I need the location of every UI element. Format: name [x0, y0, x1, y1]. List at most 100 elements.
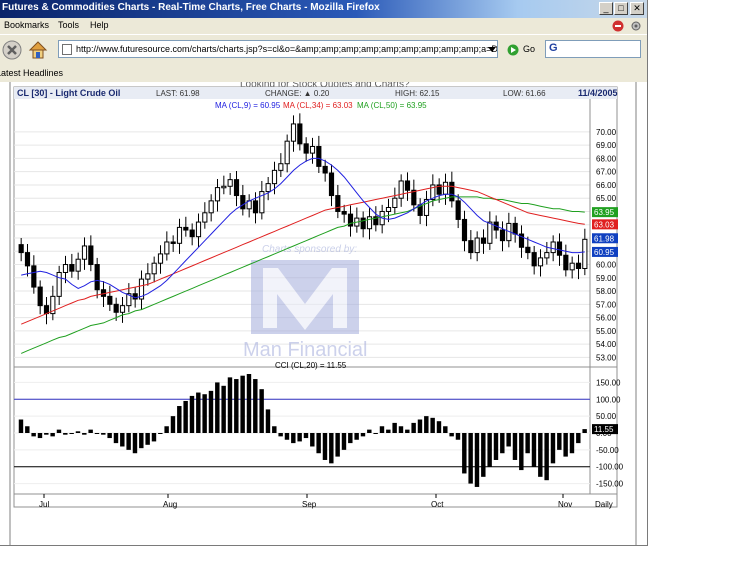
cci-bar — [468, 433, 473, 484]
candle-body — [170, 241, 176, 244]
candle-body — [575, 262, 582, 270]
menu-tools[interactable]: Tools — [58, 20, 79, 30]
candle-body — [271, 169, 278, 185]
x-tick-label: Daily — [595, 500, 613, 509]
cci-bar — [493, 433, 499, 460]
cci-bar — [94, 433, 100, 434]
chart-area: Looking for Stock Quotes and Charts? CL … — [0, 79, 647, 545]
url-text: http://www.futuresource.com/charts/chart… — [76, 44, 498, 54]
go-icon[interactable] — [507, 44, 519, 56]
price-tick-label: 67.00 — [596, 168, 617, 177]
candle-body — [474, 237, 480, 254]
cci-bar — [506, 433, 511, 447]
cci-bar — [500, 433, 505, 454]
candle-body — [56, 271, 62, 297]
high-price: HIGH: 62.15 — [395, 89, 440, 98]
address-bar[interactable]: http://www.futuresource.com/charts/chart… — [58, 40, 498, 58]
candle-body — [569, 262, 575, 271]
candle-body — [404, 180, 411, 191]
cci-bar — [215, 382, 220, 433]
dropdown-arrow-icon[interactable] — [488, 45, 496, 53]
navigation-toolbar: http://www.futuresource.com/charts/chart… — [0, 34, 647, 66]
candle-body — [221, 185, 227, 189]
cci-bar — [367, 429, 372, 433]
cci-bar — [512, 433, 518, 460]
candle-body — [335, 195, 341, 212]
change-value: CHANGE: ▲ 0.20 — [265, 89, 330, 98]
cci-bar — [113, 433, 119, 444]
menu-bookmarks[interactable]: Bookmarks — [4, 20, 49, 30]
latest-headlines-link[interactable]: Latest Headlines — [0, 68, 63, 78]
man-financial-logo: Man Financial — [243, 339, 368, 361]
cci-bar — [297, 433, 302, 442]
minimize-icon[interactable]: _ — [599, 2, 613, 15]
candle-body — [62, 264, 69, 273]
cci-bar — [278, 433, 283, 437]
page-icon — [62, 44, 72, 55]
cci-bar — [563, 433, 568, 457]
cci-bar — [240, 375, 245, 433]
candle-body — [81, 245, 88, 260]
candle-body — [468, 240, 474, 254]
cci-bar — [44, 433, 49, 435]
search-input[interactable]: G — [545, 40, 641, 58]
cci-bar — [310, 433, 315, 447]
cci-bar — [56, 429, 62, 433]
stop-loading-icon[interactable] — [612, 20, 624, 32]
candle-body — [75, 258, 81, 272]
candle-body — [297, 123, 303, 145]
candle-body — [582, 238, 588, 270]
candle-body — [512, 222, 518, 235]
price-tick-label: 59.00 — [596, 274, 617, 283]
gear-icon[interactable] — [630, 20, 642, 32]
cci-bar — [221, 385, 226, 433]
cci-bar — [430, 417, 435, 433]
x-tick-label: Oct — [431, 500, 444, 509]
cci-bar — [246, 374, 252, 433]
cci-bar — [183, 400, 188, 433]
search-engine-icon[interactable]: G — [549, 42, 558, 54]
cci-bar — [436, 421, 442, 433]
cci-bar — [37, 433, 43, 439]
cci-bar — [234, 379, 239, 433]
go-button[interactable]: Go — [523, 44, 535, 54]
candle-body — [316, 145, 322, 167]
ma50-legend: MA (CL,50) = 63.95 — [357, 101, 427, 110]
maximize-icon[interactable]: □ — [614, 2, 628, 15]
candle-body — [442, 181, 449, 195]
cci-bar — [69, 433, 74, 434]
cci-bar — [329, 433, 334, 464]
candle-body — [531, 252, 537, 267]
cci-bar — [576, 433, 581, 444]
cci-bar — [145, 433, 150, 445]
candle-body — [290, 123, 297, 142]
candle-body — [341, 210, 347, 215]
candle-body — [227, 179, 233, 187]
candle-body — [107, 295, 113, 305]
x-tick-label: Jul — [39, 500, 49, 509]
cci-bar — [379, 426, 385, 433]
home-icon[interactable] — [27, 39, 49, 61]
cci-tick-label: -50.00 — [596, 446, 619, 455]
cci-bar — [18, 419, 24, 433]
chart-date: 11/4/2005 — [578, 88, 618, 98]
close-icon[interactable]: ✕ — [630, 2, 644, 15]
cci-bar — [474, 433, 480, 487]
candle-body — [151, 262, 157, 275]
price-tick-label: 58.00 — [596, 287, 617, 296]
candle-body — [88, 245, 94, 266]
cci-bar — [139, 433, 144, 449]
cci-bar — [126, 433, 131, 450]
cci-bar — [481, 433, 486, 477]
cci-bar — [557, 433, 562, 450]
value-tag-label: 61.98 — [594, 234, 615, 243]
cci-bar — [272, 426, 277, 433]
stop-icon[interactable] — [2, 40, 22, 60]
cci-bar — [132, 433, 138, 454]
cci-bar — [354, 433, 359, 440]
cci-bar — [525, 433, 530, 454]
cci-bar — [189, 395, 195, 433]
menu-help[interactable]: Help — [90, 20, 109, 30]
cci-bar — [348, 433, 353, 444]
candle-body — [309, 145, 316, 154]
